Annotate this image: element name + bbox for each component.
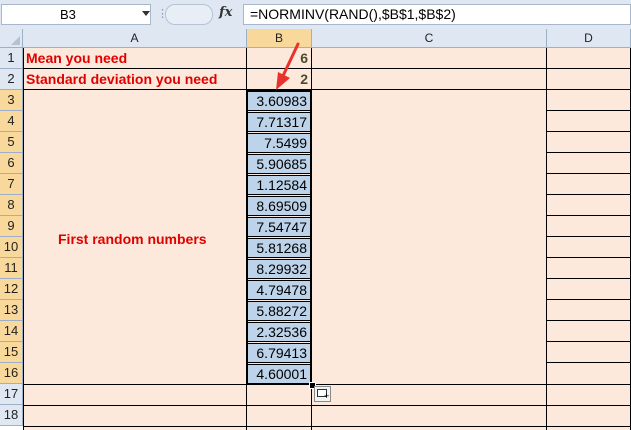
row-border bbox=[546, 236, 631, 237]
formula-bar-divider-icon: ⋮ bbox=[157, 8, 168, 20]
cell-b14[interactable]: 2.32536 bbox=[247, 322, 311, 342]
row-border bbox=[546, 152, 631, 153]
row-border bbox=[546, 299, 631, 300]
name-box[interactable]: B3 bbox=[1, 4, 151, 25]
cell-b3[interactable]: 3.60983 bbox=[247, 91, 311, 111]
row-header-18[interactable]: 18 bbox=[0, 405, 23, 426]
row-border bbox=[546, 341, 631, 342]
row-border bbox=[23, 405, 631, 406]
row-border bbox=[546, 215, 631, 216]
select-all-corner[interactable] bbox=[0, 29, 23, 48]
formula-input[interactable]: =NORMINV(RAND(),$B$1,$B$2) bbox=[243, 4, 631, 25]
chevron-down-icon[interactable] bbox=[142, 11, 150, 16]
row-header-10[interactable]: 10 bbox=[0, 237, 23, 258]
row-border bbox=[23, 426, 631, 427]
column-header-c[interactable]: C bbox=[312, 29, 547, 48]
row-header-2[interactable]: 2 bbox=[0, 69, 23, 90]
cell-grid[interactable]: Mean you need 6 Standard deviation you n… bbox=[23, 48, 631, 430]
cell-b4[interactable]: 7.71317 bbox=[247, 112, 311, 132]
row-header-1[interactable]: 1 bbox=[0, 48, 23, 69]
merged-cell-label[interactable]: First random numbers bbox=[58, 231, 207, 247]
row-header-4[interactable]: 4 bbox=[0, 111, 23, 132]
autofill-options-button[interactable]: + bbox=[314, 386, 331, 402]
row-header-17[interactable]: 17 bbox=[0, 384, 23, 405]
row-border bbox=[546, 257, 631, 258]
cell-b1[interactable]: 6 bbox=[247, 50, 311, 66]
cell-b13[interactable]: 5.88272 bbox=[247, 301, 311, 321]
row-header-16[interactable]: 16 bbox=[0, 363, 23, 384]
row-header-9[interactable]: 9 bbox=[0, 216, 23, 237]
row-header-7[interactable]: 7 bbox=[0, 174, 23, 195]
cell-b8[interactable]: 8.69509 bbox=[247, 196, 311, 216]
row-header-8[interactable]: 8 bbox=[0, 195, 23, 216]
cell-b15[interactable]: 6.79413 bbox=[247, 343, 311, 363]
cell-b2[interactable]: 2 bbox=[247, 71, 311, 87]
cell-b5[interactable]: 7.5499 bbox=[247, 133, 311, 153]
row-header-15[interactable]: 15 bbox=[0, 342, 23, 363]
insert-function-button[interactable]: fx bbox=[219, 5, 232, 20]
row-header-12[interactable]: 12 bbox=[0, 279, 23, 300]
row-border bbox=[546, 278, 631, 279]
column-border bbox=[23, 48, 24, 430]
formula-bar-buttons[interactable] bbox=[165, 4, 213, 25]
cell-a1[interactable]: Mean you need bbox=[26, 50, 127, 66]
column-header-b[interactable]: B bbox=[247, 29, 312, 48]
row-border bbox=[546, 110, 631, 111]
cell-b12[interactable]: 4.79478 bbox=[247, 280, 311, 300]
row-border bbox=[546, 362, 631, 363]
column-border bbox=[546, 48, 547, 430]
row-header-14[interactable]: 14 bbox=[0, 321, 23, 342]
row-border bbox=[23, 89, 631, 90]
row-border bbox=[23, 68, 631, 69]
select-all-icon bbox=[11, 36, 20, 45]
cell-b9[interactable]: 7.54747 bbox=[247, 217, 311, 237]
formula-bar: B3 ⋮ fx =NORMINV(RAND(),$B$1,$B$2) bbox=[0, 0, 631, 30]
cell-a2[interactable]: Standard deviation you need bbox=[26, 71, 217, 87]
cell-b16[interactable]: 4.60001 bbox=[247, 364, 311, 384]
cell-b6[interactable]: 5.90685 bbox=[247, 154, 311, 174]
cell-b7[interactable]: 1.12584 bbox=[247, 175, 311, 195]
row-border bbox=[546, 194, 631, 195]
row-header-5[interactable]: 5 bbox=[0, 132, 23, 153]
column-header-a[interactable]: A bbox=[23, 29, 247, 48]
column-border bbox=[311, 48, 312, 430]
column-header-d[interactable]: D bbox=[547, 29, 631, 48]
row-border bbox=[546, 173, 631, 174]
row-header-13[interactable]: 13 bbox=[0, 300, 23, 321]
row-border bbox=[23, 384, 631, 385]
cell-b10[interactable]: 5.81268 bbox=[247, 238, 311, 258]
row-header-3[interactable]: 3 bbox=[0, 90, 23, 111]
row-header-6[interactable]: 6 bbox=[0, 153, 23, 174]
row-border bbox=[546, 131, 631, 132]
plus-icon: + bbox=[324, 391, 330, 401]
cell-b11[interactable]: 8.29932 bbox=[247, 259, 311, 279]
row-border bbox=[546, 320, 631, 321]
row-header-11[interactable]: 11 bbox=[0, 258, 23, 279]
